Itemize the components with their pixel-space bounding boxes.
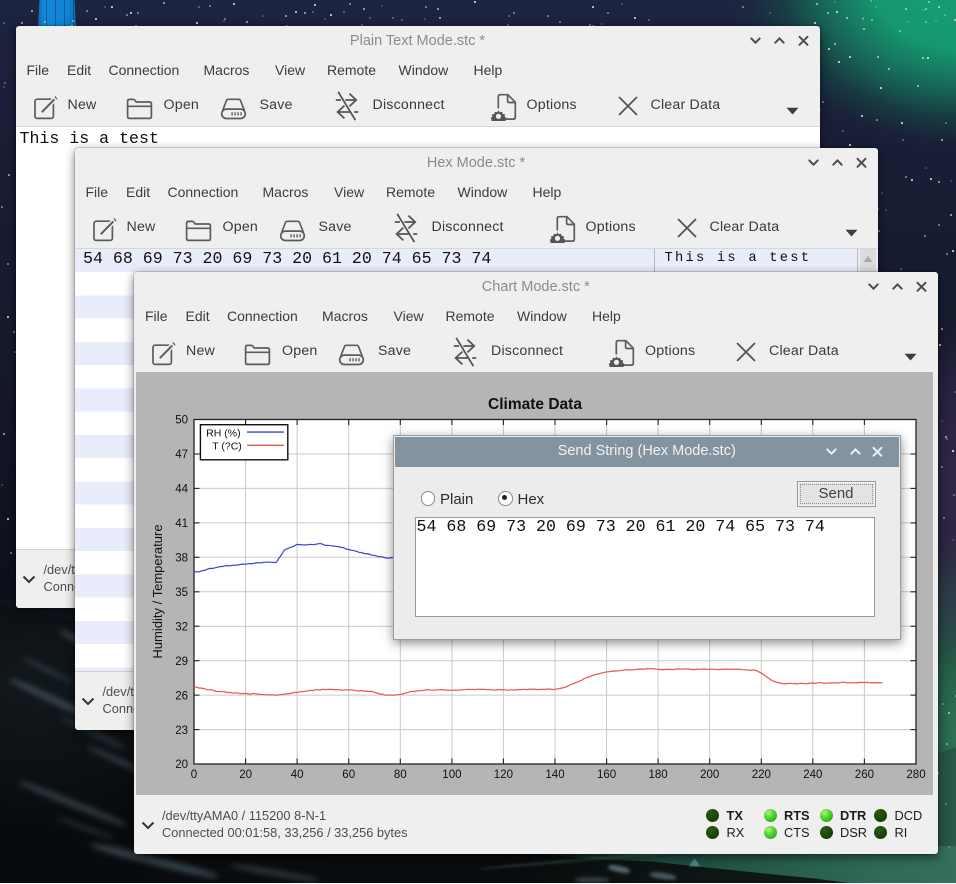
svg-text:120: 120 bbox=[494, 769, 513, 781]
svg-text:280: 280 bbox=[906, 769, 925, 781]
svg-text:23: 23 bbox=[175, 724, 188, 736]
svg-text:140: 140 bbox=[545, 769, 564, 781]
svg-text:RH (%): RH (%) bbox=[206, 427, 240, 439]
svg-text:220: 220 bbox=[752, 769, 771, 781]
svg-text:60: 60 bbox=[342, 769, 355, 781]
svg-text:200: 200 bbox=[700, 769, 719, 781]
svg-text:29: 29 bbox=[175, 655, 188, 667]
svg-text:T (?C): T (?C) bbox=[212, 440, 242, 452]
svg-text:20: 20 bbox=[239, 769, 252, 781]
svg-text:20: 20 bbox=[175, 759, 188, 771]
svg-text:26: 26 bbox=[175, 690, 188, 702]
svg-text:0: 0 bbox=[191, 769, 197, 781]
svg-text:160: 160 bbox=[597, 769, 616, 781]
svg-text:240: 240 bbox=[803, 769, 822, 781]
svg-text:38: 38 bbox=[175, 552, 188, 564]
svg-text:180: 180 bbox=[649, 769, 668, 781]
svg-text:35: 35 bbox=[175, 586, 188, 598]
svg-text:Climate Data: Climate Data bbox=[488, 396, 582, 413]
svg-text:80: 80 bbox=[394, 769, 407, 781]
svg-text:40: 40 bbox=[291, 769, 304, 781]
svg-text:47: 47 bbox=[175, 449, 188, 461]
svg-text:100: 100 bbox=[442, 769, 461, 781]
svg-text:50: 50 bbox=[175, 414, 188, 426]
svg-text:260: 260 bbox=[855, 769, 874, 781]
svg-text:32: 32 bbox=[175, 621, 188, 633]
svg-text:41: 41 bbox=[175, 518, 188, 530]
svg-text:Humidity / Temperature: Humidity / Temperature bbox=[150, 524, 165, 658]
svg-text:44: 44 bbox=[175, 483, 188, 495]
